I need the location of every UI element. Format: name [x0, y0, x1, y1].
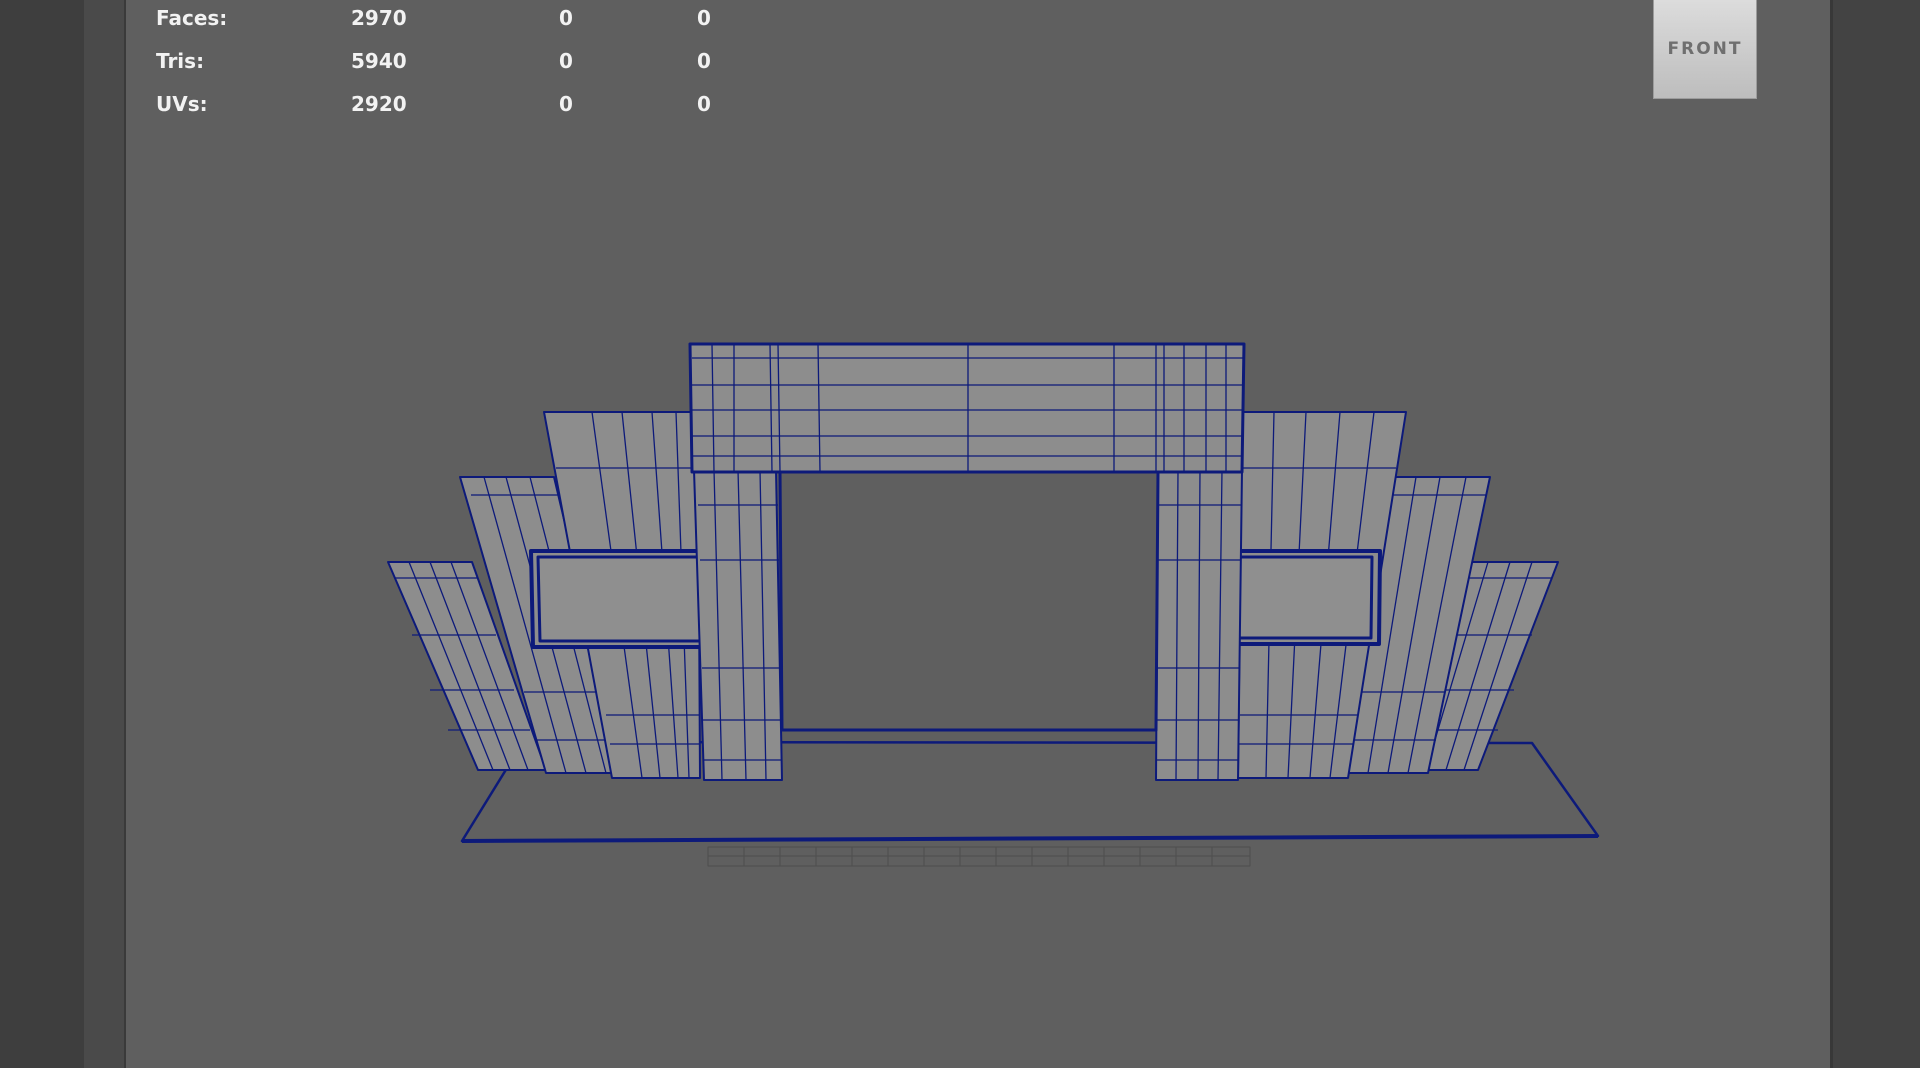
- arch-right-pillar: [1155, 469, 1243, 781]
- arch-top-beam: [688, 342, 1246, 474]
- viewport-front[interactable]: Faces: 2970 0 0 Tris: 5940 0 0 UVs: 2920…: [126, 0, 1830, 1068]
- wireframe-model[interactable]: [126, 0, 1830, 1068]
- arch-left-pillar: [693, 469, 783, 781]
- ground-grid: [707, 846, 1251, 867]
- arch-opening: [778, 470, 1160, 732]
- viewport-left-border: [84, 0, 126, 1068]
- left-sign-frame: [529, 549, 723, 649]
- left-panel-frame: [0, 0, 84, 1068]
- right-panel-frame: [1830, 0, 1920, 1068]
